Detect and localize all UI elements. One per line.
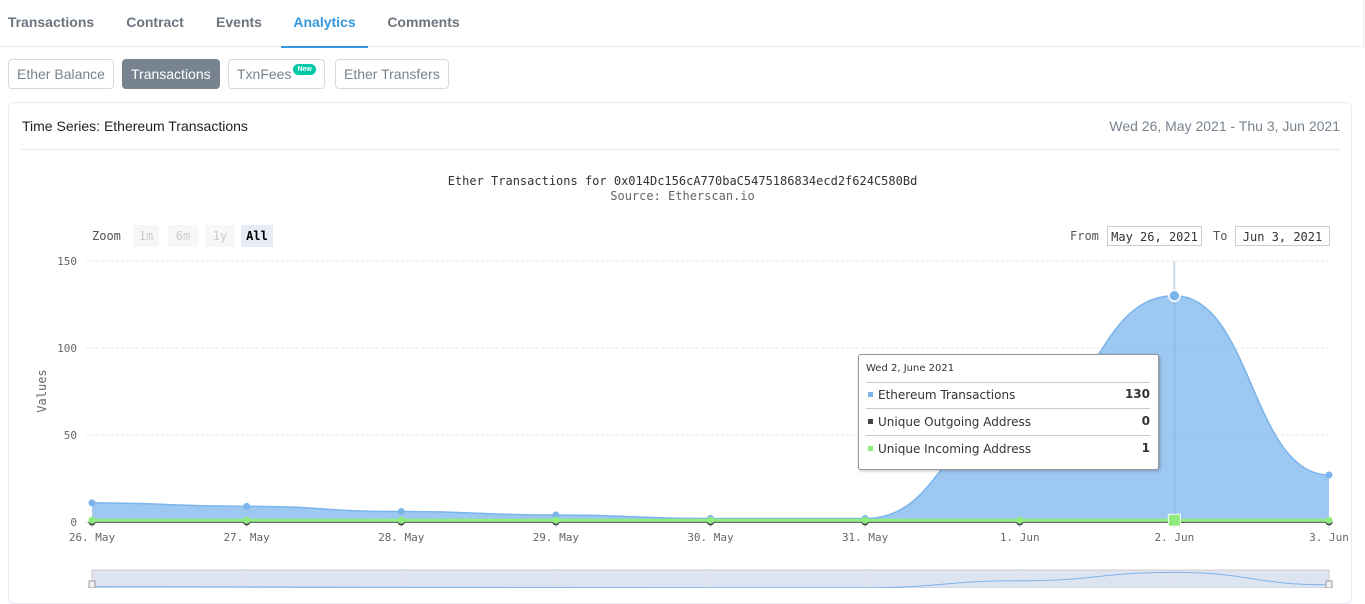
y-tick-label: 50 [64, 429, 77, 442]
tooltip-marker-incoming [868, 446, 873, 451]
data-point [1016, 516, 1024, 524]
x-tick-label: 26. May [69, 531, 116, 544]
x-tick-label: 1. Jun [1000, 531, 1040, 544]
x-tick-label: 2. Jun [1155, 531, 1195, 544]
tooltip-name-outgoing: Unique Outgoing Address [878, 415, 1032, 429]
tooltip-value-transactions: 130 [1124, 387, 1150, 401]
tooltip-name-transactions: Ethereum Transactions [878, 388, 1016, 402]
tooltip-value-incoming: 1 [1141, 441, 1150, 455]
navigator-handle-right [1325, 580, 1333, 588]
y-tick-label: 150 [57, 255, 77, 268]
data-point [861, 516, 869, 524]
tooltip-value-outgoing: 0 [1141, 414, 1150, 428]
x-tick-label: 28. May [378, 531, 425, 544]
tooltip-divider [866, 408, 1150, 409]
data-point [1325, 516, 1333, 524]
data-point [552, 516, 560, 524]
x-tick-label: 29. May [533, 531, 580, 544]
data-point [243, 502, 251, 510]
tooltip-row-transactions: Ethereum Transactions 130 [866, 383, 1150, 409]
data-point [1325, 471, 1333, 479]
highlighted-point [1168, 289, 1181, 303]
data-point [88, 499, 96, 507]
data-point [88, 516, 96, 524]
tooltip-row-incoming: Unique Incoming Address 1 [866, 437, 1150, 463]
y-tick-label: 0 [70, 516, 77, 529]
data-point [707, 516, 714, 524]
tooltip-marker-outgoing [868, 419, 873, 424]
tooltip-date: Wed 2, June 2021 [866, 363, 955, 374]
x-tick-label: 27. May [223, 531, 270, 544]
data-point [397, 508, 405, 516]
tooltip-marker-transactions [868, 392, 873, 397]
y-tick-label: 100 [57, 342, 77, 355]
highlighted-marker [1167, 513, 1181, 527]
tooltip-row-outgoing: Unique Outgoing Address 0 [866, 410, 1150, 436]
x-tick-label: 31. May [842, 531, 889, 544]
chart-tooltip: Wed 2, June 2021 Ethereum Transactions 1… [858, 354, 1159, 470]
tooltip-divider [866, 435, 1150, 436]
x-tick-label: 3. Jun [1309, 531, 1349, 544]
y-axis-title: Values [35, 369, 49, 412]
tooltip-name-incoming: Unique Incoming Address [878, 442, 1032, 456]
data-point [397, 516, 405, 524]
navigator-handle-left [88, 580, 96, 588]
x-tick-label: 30. May [687, 531, 734, 544]
data-point [243, 516, 251, 524]
ether-transactions-chart[interactable]: 0 50 100 150 26. May 27. May 28. May 29. May 30… [0, 0, 1365, 588]
